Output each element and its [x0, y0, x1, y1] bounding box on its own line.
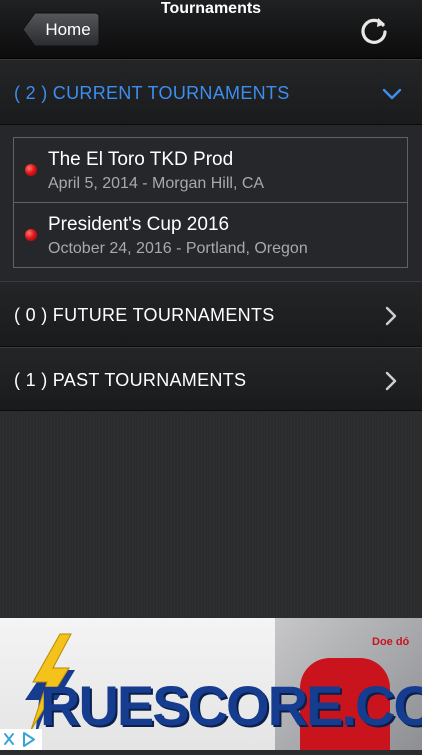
- current-tournaments-label: ( 2 ) CURRENT TOURNAMENTS: [14, 83, 290, 103]
- tournament-details: October 24, 2016 - Portland, Oregon: [48, 240, 308, 257]
- tournament-name: The El Toro TKD Prod: [48, 149, 234, 170]
- past-tournaments-header[interactable]: ( 1 ) PAST TOURNAMENTS: [0, 347, 422, 411]
- home-label: Home: [45, 20, 91, 39]
- navigation-bar: Tournaments Home: [0, 0, 422, 59]
- ad-brand-text: RUESCORE.COM: [40, 674, 422, 737]
- refresh-icon: [361, 18, 387, 44]
- tournament-list: The El Toro TKD Prod April 5, 2014 - Mor…: [13, 137, 408, 268]
- status-dot-icon: [25, 229, 37, 241]
- tournament-row[interactable]: President's Cup 2016 October 24, 2016 - …: [14, 203, 407, 267]
- future-tournaments-label: ( 0 ) FUTURE TOURNAMENTS: [14, 305, 275, 325]
- current-tournaments-panel: The El Toro TKD Prod April 5, 2014 - Mor…: [0, 125, 422, 281]
- home-back-button[interactable]: Home: [22, 12, 100, 47]
- current-tournaments-header[interactable]: ( 2 ) CURRENT TOURNAMENTS: [0, 59, 422, 125]
- ad-vest-logo: Doe dó: [372, 636, 410, 648]
- tournament-row[interactable]: The El Toro TKD Prod April 5, 2014 - Mor…: [14, 138, 407, 203]
- tournament-name: President's Cup 2016: [48, 214, 230, 235]
- ad-choices-icon: [4, 732, 35, 747]
- empty-content-area: [0, 411, 422, 618]
- past-tournaments-label: ( 1 ) PAST TOURNAMENTS: [14, 370, 247, 390]
- ad-banner[interactable]: Doe dó RUESCORE.COM: [0, 618, 422, 750]
- tournament-details: April 5, 2014 - Morgan Hill, CA: [48, 175, 265, 192]
- ad-choices-bar[interactable]: [0, 729, 42, 750]
- refresh-button[interactable]: [358, 14, 390, 46]
- chevron-right-icon: [385, 306, 397, 326]
- status-dot-icon: [25, 164, 37, 176]
- future-tournaments-header[interactable]: ( 0 ) FUTURE TOURNAMENTS: [0, 281, 422, 347]
- chevron-down-icon: [382, 88, 402, 100]
- chevron-right-icon: [385, 371, 397, 391]
